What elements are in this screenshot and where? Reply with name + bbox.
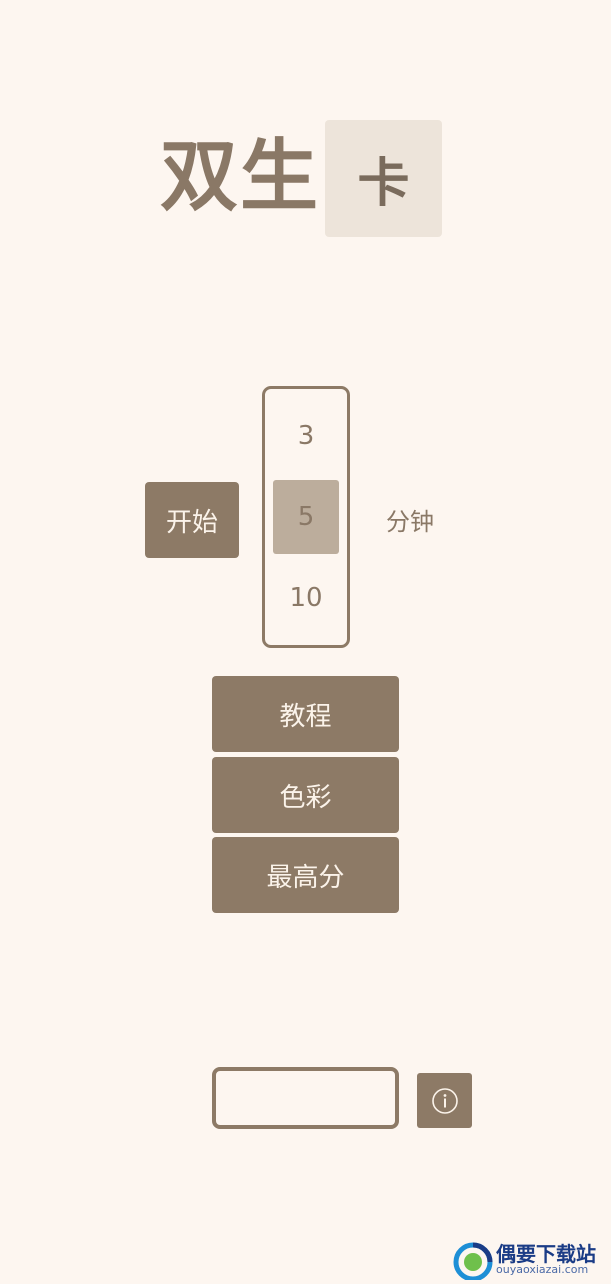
- info-button[interactable]: [417, 1073, 472, 1128]
- watermark: 偶要下载站 ouyaoxiazai.com: [452, 1238, 611, 1282]
- highscore-button[interactable]: 最高分: [212, 837, 399, 913]
- info-icon: [431, 1087, 458, 1114]
- duration-option-10[interactable]: 10: [273, 561, 339, 635]
- game-title: 双生: [160, 132, 321, 222]
- colors-button[interactable]: 色彩: [212, 757, 399, 833]
- title-card-char: 卡: [357, 154, 410, 214]
- start-button[interactable]: 开始: [145, 482, 239, 558]
- empty-input-box[interactable]: [212, 1067, 399, 1129]
- title-card-tile: 卡: [325, 120, 442, 237]
- duration-picker[interactable]: 3 5 10: [262, 386, 350, 648]
- tutorial-button[interactable]: 教程: [212, 676, 399, 752]
- watermark-domain: ouyaoxiazai.com: [496, 1263, 589, 1276]
- duration-option-3[interactable]: 3: [273, 399, 339, 473]
- watermark-logo-icon: [453, 1242, 493, 1282]
- duration-option-5-selected[interactable]: 5: [273, 480, 339, 554]
- minutes-label: 分钟: [386, 508, 434, 536]
